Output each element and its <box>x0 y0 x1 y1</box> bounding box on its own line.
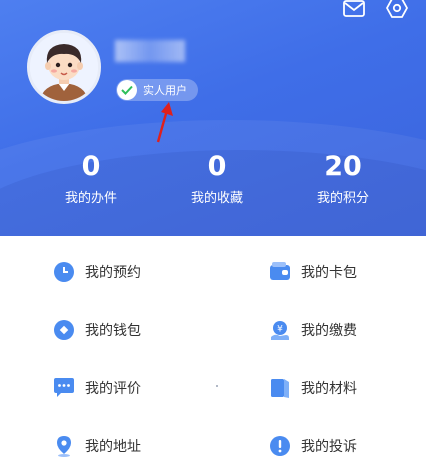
username-redacted <box>115 40 185 62</box>
verified-label: 实人用户 <box>143 84 187 97</box>
wallet-icon <box>53 319 75 341</box>
stat-my-favorites[interactable]: 0 我的收藏 <box>167 150 267 208</box>
menu-item-address[interactable]: 我的地址 <box>53 432 141 460</box>
stat-label: 我的收藏 <box>190 191 243 206</box>
mail-icon[interactable] <box>343 0 365 18</box>
menu-item-label: 我的钱包 <box>85 323 141 339</box>
comment-icon <box>53 377 75 399</box>
stat-value: 0 <box>207 151 227 182</box>
profile-header: 实人用户 0 我的办件 0 我的收藏 20 我的积分 <box>0 0 426 236</box>
stat-my-points[interactable]: 20 我的积分 <box>293 150 393 208</box>
stat-value: 20 <box>324 151 362 182</box>
menu-item-wallet[interactable]: 我的钱包 <box>53 316 141 344</box>
card-wallet-icon <box>269 261 291 283</box>
menu-item-appointments[interactable]: 我的预约 <box>53 258 141 286</box>
stat-value: 0 <box>81 151 101 182</box>
menu-item-reviews[interactable]: 我的评价 <box>53 374 141 402</box>
menu-item-label: 我的预约 <box>85 265 141 281</box>
location-pin-icon <box>53 435 75 457</box>
settings-icon[interactable] <box>385 0 409 18</box>
menu-item-label: 我的地址 <box>85 439 141 455</box>
menu-item-materials[interactable]: 我的材料 <box>269 374 357 402</box>
divider-dot <box>216 385 218 387</box>
menu-item-label: 我的评价 <box>85 381 141 397</box>
verified-badge: 实人用户 <box>116 79 198 101</box>
annotation-arrow-icon <box>156 102 173 143</box>
menu-item-label: 我的投诉 <box>301 439 357 455</box>
stat-my-affairs[interactable]: 0 我的办件 <box>41 150 141 208</box>
menu-item-payments[interactable]: ¥ 我的缴费 <box>269 316 357 344</box>
menu-item-label: 我的材料 <box>301 381 357 397</box>
menu-item-complaints[interactable]: 我的投诉 <box>269 432 357 460</box>
menu-item-label: 我的卡包 <box>301 265 357 281</box>
menu-item-label: 我的缴费 <box>301 323 357 339</box>
clock-icon <box>53 261 75 283</box>
stat-label: 我的积分 <box>316 191 369 206</box>
folder-icon <box>269 377 291 399</box>
alert-icon <box>269 435 291 457</box>
payment-icon: ¥ <box>269 319 291 341</box>
menu-item-card-wallet[interactable]: 我的卡包 <box>269 258 357 286</box>
svg-text:¥: ¥ <box>277 325 283 335</box>
check-icon <box>117 80 137 100</box>
stat-label: 我的办件 <box>64 191 117 206</box>
avatar[interactable] <box>27 30 101 104</box>
